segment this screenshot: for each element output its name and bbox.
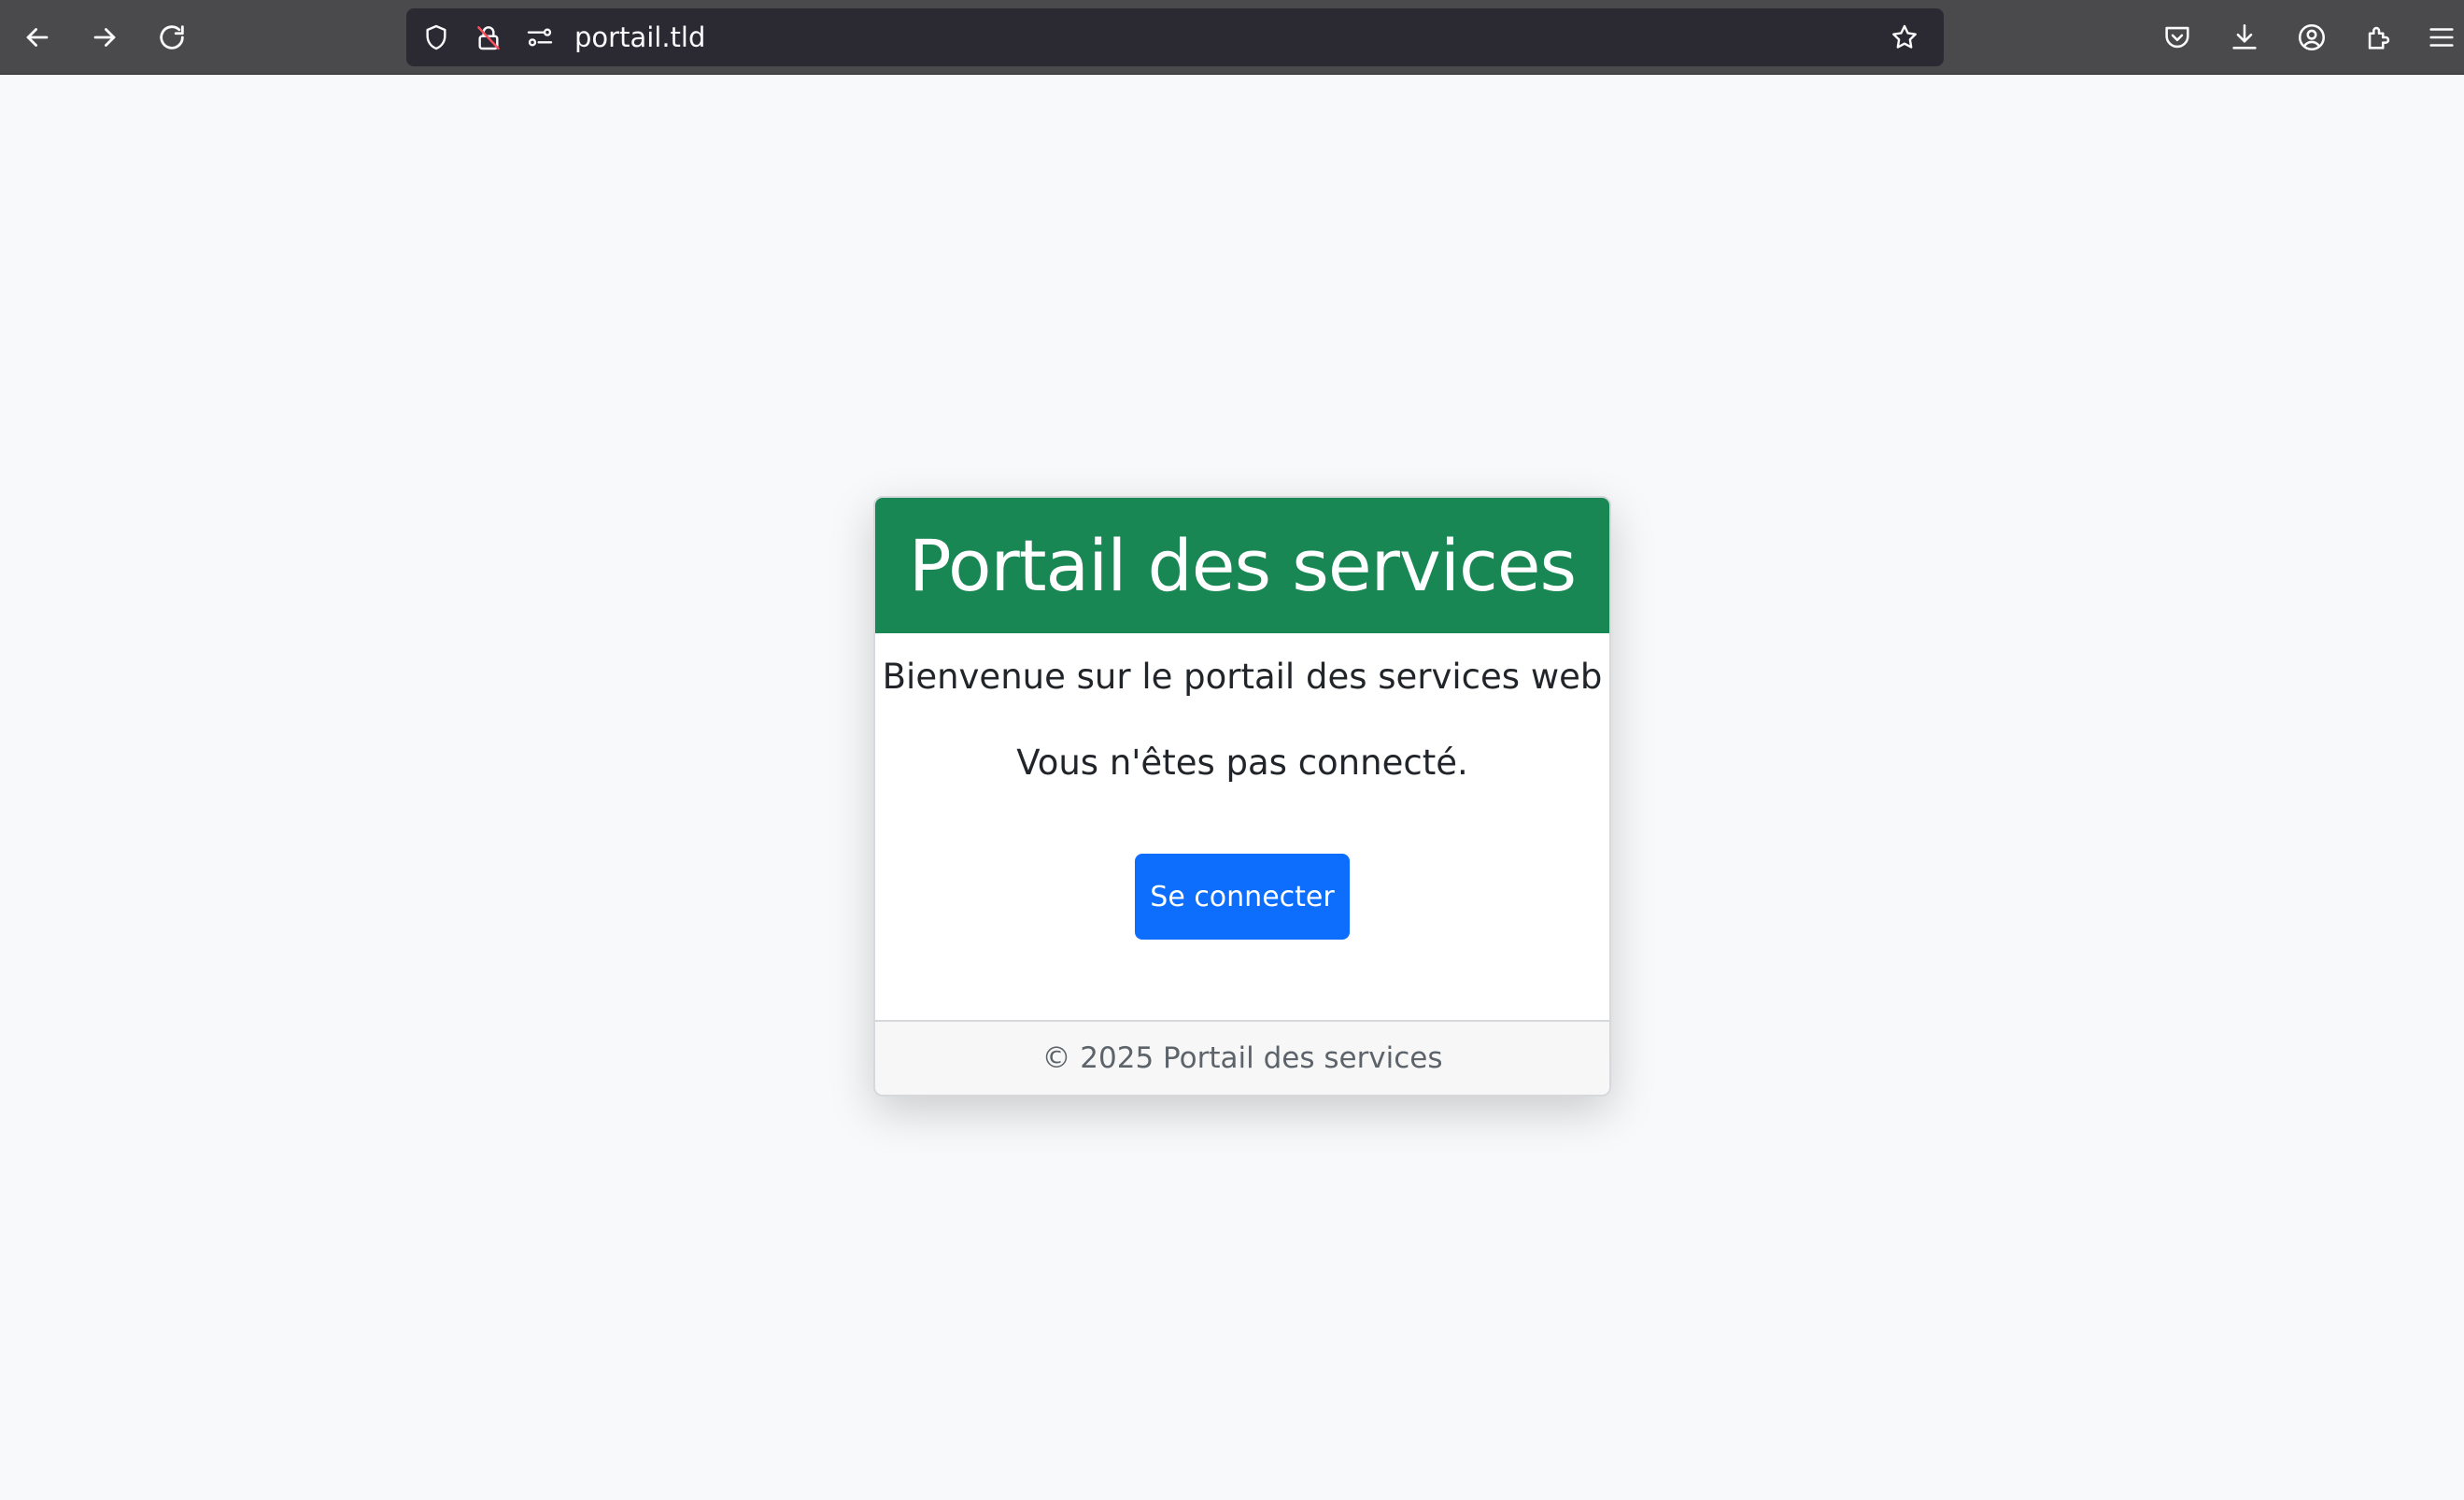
arrow-right-icon	[93, 28, 116, 47]
extensions-icon	[2368, 26, 2390, 50]
tracking-protection-button[interactable]	[418, 19, 455, 56]
account-icon	[2298, 23, 2326, 51]
forward-button[interactable]	[82, 15, 127, 60]
browser-toolbar	[0, 0, 2464, 75]
arrow-left-icon	[26, 28, 49, 47]
reload-button[interactable]	[149, 15, 194, 60]
download-icon	[2232, 23, 2257, 50]
page-viewport: Portail des services Bienvenue sur le po…	[0, 75, 2464, 1500]
page-title: Portail des services	[908, 523, 1577, 607]
menu-button[interactable]	[2419, 15, 2464, 60]
login-status-text: Vous n'êtes pas connecté.	[1016, 743, 1468, 783]
extensions-button[interactable]	[2357, 15, 2401, 60]
pocket-icon	[2165, 26, 2189, 49]
hamburger-menu-icon	[2429, 28, 2454, 47]
site-security-button[interactable]	[470, 19, 507, 56]
downloads-button[interactable]	[2222, 15, 2267, 60]
login-button[interactable]: Se connecter	[1135, 854, 1350, 940]
star-icon	[1892, 24, 1917, 49]
pocket-button[interactable]	[2155, 15, 2200, 60]
insecure-lock-icon	[477, 26, 500, 50]
card-header: Portail des services	[875, 498, 1609, 633]
welcome-text: Bienvenue sur le portail des services we…	[882, 657, 1603, 697]
shield-icon	[426, 24, 446, 50]
url-bar[interactable]	[406, 8, 1944, 66]
footer-text: © 2025 Portail des services	[1041, 1041, 1443, 1075]
permissions-button[interactable]	[521, 19, 559, 56]
reload-icon	[160, 25, 184, 50]
bookmark-button[interactable]	[1886, 19, 1923, 56]
back-button[interactable]	[15, 15, 60, 60]
permissions-icon	[527, 28, 553, 47]
card-footer: © 2025 Portail des services	[875, 1020, 1609, 1095]
portal-card: Portail des services Bienvenue sur le po…	[873, 496, 1611, 1097]
account-button[interactable]	[2289, 15, 2334, 60]
url-input[interactable]	[574, 8, 1789, 66]
